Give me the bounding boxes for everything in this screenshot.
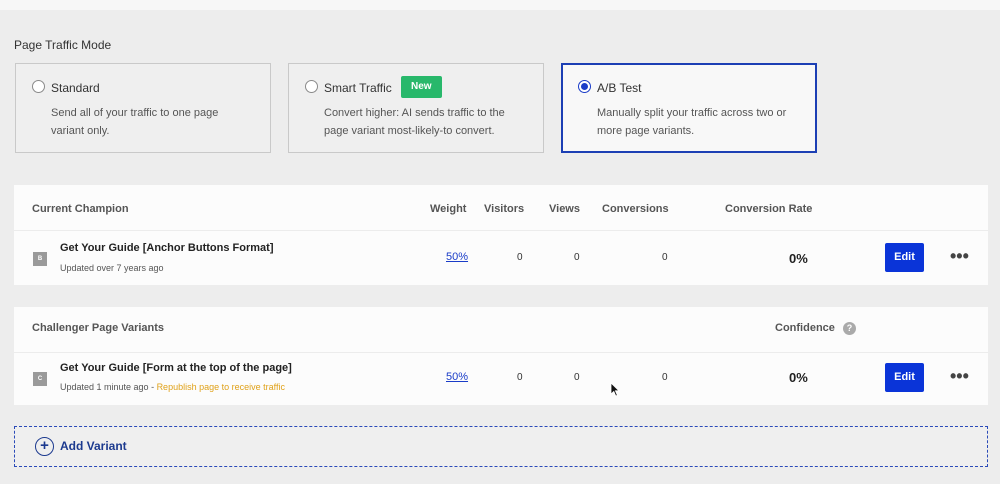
updated-text: Updated 1 minute ago - <box>60 382 157 392</box>
col-visitors: Visitors <box>484 203 525 215</box>
radio-smart-traffic[interactable] <box>305 80 318 93</box>
champion-panel: Current Champion Weight Visitors Views C… <box>14 185 988 285</box>
col-weight: Weight <box>430 203 467 215</box>
variant-updated: Updated over 7 years ago <box>60 263 164 273</box>
visitors-value: 0 <box>517 252 523 263</box>
top-strip <box>0 0 1000 10</box>
conversions-value: 0 <box>662 372 668 383</box>
mode-card-standard[interactable]: Standard Send all of your traffic to one… <box>15 63 271 153</box>
mode-desc-standard: Send all of your traffic to one page var… <box>51 107 219 137</box>
mode-title-ab-test: A/B Test <box>597 81 642 95</box>
champion-header-row: Current Champion Weight Visitors Views C… <box>14 185 988 231</box>
variant-thumbnail: B <box>33 252 47 266</box>
new-badge: New <box>401 76 442 98</box>
col-conversions: Conversions <box>602 203 669 215</box>
more-options-icon[interactable]: ••• <box>950 366 969 387</box>
visitors-value: 0 <box>517 372 523 383</box>
views-value: 0 <box>574 252 580 263</box>
republish-warning: Republish page to receive traffic <box>156 382 285 392</box>
variant-updated: Updated 1 minute ago - Republish page to… <box>60 382 285 392</box>
challenger-panel: Challenger Page Variants Confidence ? C … <box>14 307 988 405</box>
conversion-rate-value: 0% <box>789 251 808 266</box>
edit-button[interactable]: Edit <box>885 243 924 272</box>
mode-card-smart-traffic[interactable]: Smart Traffic New Convert higher: AI sen… <box>288 63 544 153</box>
mode-desc-smart-traffic: Convert higher: AI sends traffic to the … <box>324 107 505 137</box>
add-variant-button[interactable]: + Add Variant <box>14 426 988 467</box>
col-conversion-rate: Conversion Rate <box>725 203 813 215</box>
more-options-icon[interactable]: ••• <box>950 246 969 267</box>
radio-ab-test[interactable] <box>578 80 591 93</box>
challenger-header: Challenger Page Variants <box>32 322 165 334</box>
mode-title-smart-traffic: Smart Traffic <box>324 81 392 95</box>
mode-title-standard: Standard <box>51 81 100 95</box>
radio-standard[interactable] <box>32 80 45 93</box>
conversions-value: 0 <box>662 252 668 263</box>
variant-name[interactable]: Get Your Guide [Anchor Buttons Format] <box>60 242 273 254</box>
plus-circle-icon: + <box>35 437 54 456</box>
col-views: Views <box>549 203 580 215</box>
weight-link[interactable]: 50% <box>446 371 468 383</box>
champion-header: Current Champion <box>32 203 129 215</box>
add-variant-label: Add Variant <box>60 439 127 453</box>
mode-desc-ab-test: Manually split your traffic across two o… <box>597 107 787 137</box>
conversion-rate-value: 0% <box>789 370 808 385</box>
variant-name[interactable]: Get Your Guide [Form at the top of the p… <box>60 362 292 374</box>
weight-link[interactable]: 50% <box>446 251 468 263</box>
mode-card-ab-test[interactable]: A/B Test Manually split your traffic acr… <box>561 63 817 153</box>
traffic-mode-label: Page Traffic Mode <box>14 38 112 52</box>
challenger-header-row: Challenger Page Variants Confidence ? <box>14 307 988 353</box>
help-icon[interactable]: ? <box>843 322 856 335</box>
mouse-cursor-icon <box>610 382 620 397</box>
confidence-label: Confidence <box>775 322 835 334</box>
edit-button[interactable]: Edit <box>885 363 924 392</box>
variant-thumbnail: C <box>33 372 47 386</box>
views-value: 0 <box>574 372 580 383</box>
